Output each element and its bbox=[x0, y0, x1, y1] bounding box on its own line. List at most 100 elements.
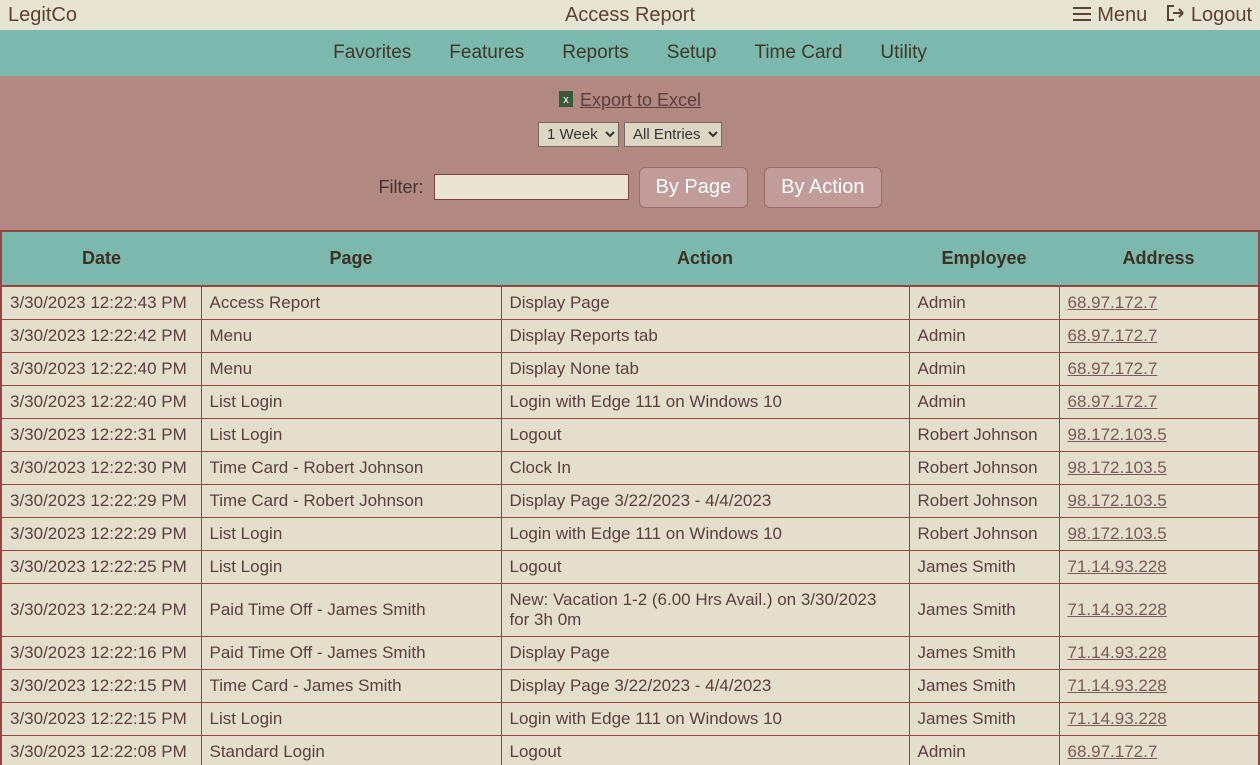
cell-action: Display None tab bbox=[501, 352, 909, 385]
period-select[interactable]: 1 Week bbox=[538, 122, 619, 147]
nav-favorites[interactable]: Favorites bbox=[333, 42, 411, 64]
cell-page: List Login bbox=[201, 550, 501, 583]
menu-label: Menu bbox=[1097, 4, 1147, 27]
cell-employee: James Smith bbox=[909, 702, 1059, 735]
main-nav: Favorites Features Reports Setup Time Ca… bbox=[0, 30, 1260, 76]
table-row: 3/30/2023 12:22:15 PMTime Card - James S… bbox=[1, 669, 1259, 702]
nav-utility[interactable]: Utility bbox=[880, 42, 926, 64]
ip-link[interactable]: 98.172.103.5 bbox=[1068, 524, 1167, 543]
table-row: 3/30/2023 12:22:43 PMAccess ReportDispla… bbox=[1, 286, 1259, 320]
page-title: Access Report bbox=[565, 4, 695, 26]
table-row: 3/30/2023 12:22:40 PMMenuDisplay None ta… bbox=[1, 352, 1259, 385]
cell-action: Login with Edge 111 on Windows 10 bbox=[501, 385, 909, 418]
ip-link[interactable]: 71.14.93.228 bbox=[1068, 600, 1167, 619]
logout-button[interactable]: Logout bbox=[1167, 4, 1252, 27]
data-section: Date Page Action Employee Address 3/30/2… bbox=[0, 230, 1260, 765]
table-row: 3/30/2023 12:22:29 PMList LoginLogin wit… bbox=[1, 517, 1259, 550]
table-row: 3/30/2023 12:22:29 PMTime Card - Robert … bbox=[1, 484, 1259, 517]
cell-employee: Robert Johnson bbox=[909, 451, 1059, 484]
cell-employee: Admin bbox=[909, 385, 1059, 418]
ip-link[interactable]: 68.97.172.7 bbox=[1068, 742, 1158, 761]
ip-link[interactable]: 68.97.172.7 bbox=[1068, 293, 1158, 312]
cell-date: 3/30/2023 12:22:29 PM bbox=[1, 517, 201, 550]
table-row: 3/30/2023 12:22:08 PMStandard LoginLogou… bbox=[1, 735, 1259, 765]
cell-date: 3/30/2023 12:22:40 PM bbox=[1, 352, 201, 385]
cell-address: 98.172.103.5 bbox=[1059, 451, 1259, 484]
cell-address: 68.97.172.7 bbox=[1059, 319, 1259, 352]
cell-page: Menu bbox=[201, 319, 501, 352]
cell-address: 68.97.172.7 bbox=[1059, 352, 1259, 385]
cell-employee: Admin bbox=[909, 319, 1059, 352]
table-row: 3/30/2023 12:22:25 PMList LoginLogoutJam… bbox=[1, 550, 1259, 583]
cell-date: 3/30/2023 12:22:30 PM bbox=[1, 451, 201, 484]
ip-link[interactable]: 71.14.93.228 bbox=[1068, 643, 1167, 662]
cell-page: Time Card - James Smith bbox=[201, 669, 501, 702]
hamburger-icon bbox=[1073, 4, 1091, 27]
ip-link[interactable]: 68.97.172.7 bbox=[1068, 359, 1158, 378]
cell-action: Clock In bbox=[501, 451, 909, 484]
cell-date: 3/30/2023 12:22:15 PM bbox=[1, 669, 201, 702]
svg-text:x: x bbox=[563, 94, 569, 106]
table-row: 3/30/2023 12:22:42 PMMenuDisplay Reports… bbox=[1, 319, 1259, 352]
cell-employee: James Smith bbox=[909, 636, 1059, 669]
cell-employee: James Smith bbox=[909, 669, 1059, 702]
cell-employee: Robert Johnson bbox=[909, 517, 1059, 550]
cell-page: List Login bbox=[201, 702, 501, 735]
cell-action: Display Page bbox=[501, 286, 909, 320]
controls-area: x Export to Excel 1 Week All Entries Fil… bbox=[0, 76, 1260, 230]
cell-page: Time Card - Robert Johnson bbox=[201, 484, 501, 517]
by-action-button[interactable]: By Action bbox=[764, 167, 881, 208]
brand: LegitCo bbox=[8, 4, 77, 26]
table-row: 3/30/2023 12:22:30 PMTime Card - Robert … bbox=[1, 451, 1259, 484]
cell-action: Logout bbox=[501, 735, 909, 765]
col-address[interactable]: Address bbox=[1059, 232, 1259, 286]
nav-time-card[interactable]: Time Card bbox=[754, 42, 842, 64]
cell-page: Time Card - Robert Johnson bbox=[201, 451, 501, 484]
ip-link[interactable]: 68.97.172.7 bbox=[1068, 326, 1158, 345]
by-page-button[interactable]: By Page bbox=[639, 167, 749, 208]
ip-link[interactable]: 71.14.93.228 bbox=[1068, 557, 1167, 576]
cell-employee: James Smith bbox=[909, 583, 1059, 636]
cell-action: Display Page 3/22/2023 - 4/4/2023 bbox=[501, 669, 909, 702]
table-row: 3/30/2023 12:22:31 PMList LoginLogoutRob… bbox=[1, 418, 1259, 451]
ip-link[interactable]: 98.172.103.5 bbox=[1068, 491, 1167, 510]
table-header-row: Date Page Action Employee Address bbox=[1, 232, 1259, 286]
cell-page: Access Report bbox=[201, 286, 501, 320]
menu-button[interactable]: Menu bbox=[1073, 4, 1147, 27]
col-action[interactable]: Action bbox=[501, 232, 909, 286]
cell-page: List Login bbox=[201, 385, 501, 418]
cell-address: 71.14.93.228 bbox=[1059, 702, 1259, 735]
ip-link[interactable]: 98.172.103.5 bbox=[1068, 425, 1167, 444]
cell-employee: Admin bbox=[909, 352, 1059, 385]
cell-date: 3/30/2023 12:22:25 PM bbox=[1, 550, 201, 583]
entries-select[interactable]: All Entries bbox=[624, 122, 722, 147]
cell-address: 68.97.172.7 bbox=[1059, 286, 1259, 320]
ip-link[interactable]: 68.97.172.7 bbox=[1068, 392, 1158, 411]
cell-action: Display Page 3/22/2023 - 4/4/2023 bbox=[501, 484, 909, 517]
nav-features[interactable]: Features bbox=[449, 42, 524, 64]
cell-page: Paid Time Off - James Smith bbox=[201, 583, 501, 636]
cell-address: 98.172.103.5 bbox=[1059, 418, 1259, 451]
nav-setup[interactable]: Setup bbox=[667, 42, 717, 64]
logout-icon bbox=[1167, 4, 1185, 27]
cell-date: 3/30/2023 12:22:08 PM bbox=[1, 735, 201, 765]
export-excel-link[interactable]: Export to Excel bbox=[580, 90, 701, 110]
filter-label: Filter: bbox=[379, 177, 424, 198]
cell-employee: Robert Johnson bbox=[909, 484, 1059, 517]
col-date[interactable]: Date bbox=[1, 232, 201, 286]
cell-employee: James Smith bbox=[909, 550, 1059, 583]
cell-action: Logout bbox=[501, 418, 909, 451]
cell-date: 3/30/2023 12:22:15 PM bbox=[1, 702, 201, 735]
table-row: 3/30/2023 12:22:40 PMList LoginLogin wit… bbox=[1, 385, 1259, 418]
cell-action: Logout bbox=[501, 550, 909, 583]
col-employee[interactable]: Employee bbox=[909, 232, 1059, 286]
ip-link[interactable]: 98.172.103.5 bbox=[1068, 458, 1167, 477]
cell-action: Display Page bbox=[501, 636, 909, 669]
filter-input[interactable] bbox=[434, 174, 629, 200]
cell-date: 3/30/2023 12:22:40 PM bbox=[1, 385, 201, 418]
nav-reports[interactable]: Reports bbox=[562, 42, 629, 64]
cell-date: 3/30/2023 12:22:43 PM bbox=[1, 286, 201, 320]
ip-link[interactable]: 71.14.93.228 bbox=[1068, 676, 1167, 695]
col-page[interactable]: Page bbox=[201, 232, 501, 286]
ip-link[interactable]: 71.14.93.228 bbox=[1068, 709, 1167, 728]
